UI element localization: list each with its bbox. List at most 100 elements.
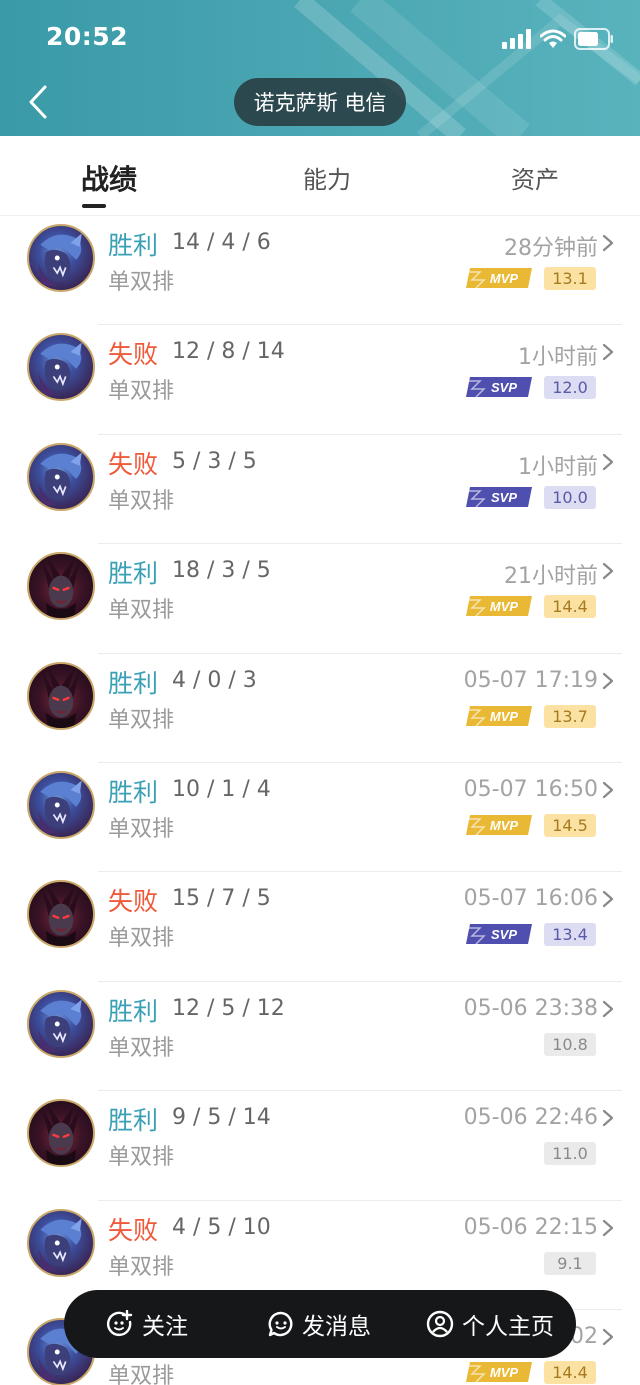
svp-badge-icon: SVP xyxy=(466,486,532,508)
match-score: 11.0 xyxy=(544,1142,596,1166)
mvp-badge-icon: MVP xyxy=(466,268,532,289)
svg-text:MVP: MVP xyxy=(490,709,519,724)
match-time: 28分钟前 xyxy=(504,236,598,261)
chevron-right-icon xyxy=(602,1000,614,1017)
match-result: 胜利 xyxy=(108,1106,159,1136)
match-score: 10.0 xyxy=(544,485,596,509)
champion-portrait-dark xyxy=(42,886,80,947)
tab-active-indicator xyxy=(82,204,106,208)
match-mode: 单双排 xyxy=(108,1363,175,1385)
match-list: 胜利 14 / 4 / 6 单双排 28分钟前 MVP 13.1 失败 12 / 8 / 14… xyxy=(0,216,640,1385)
match-row[interactable]: 胜利 10 / 1 / 4 单双排 05-07 16:50 MVP 14.5 xyxy=(0,763,640,873)
chevron-right-icon xyxy=(602,1219,614,1236)
match-time: 21小时前 xyxy=(504,564,598,590)
tab-assets[interactable]: 资产 xyxy=(511,160,559,195)
match-mode: 单双排 xyxy=(108,488,175,514)
champion-avatar xyxy=(27,1208,95,1277)
champion-portrait-blue xyxy=(38,780,82,834)
chevron-right-icon xyxy=(602,672,614,689)
action-bar: 关注 发消息 个人主页 xyxy=(64,1290,576,1358)
champion-portrait-dark xyxy=(42,1104,80,1166)
chevron-right-icon xyxy=(602,344,614,361)
match-result: 胜利 xyxy=(108,668,159,698)
match-result: 失败 xyxy=(108,1215,159,1245)
mvp-badge-icon: MVP xyxy=(466,596,532,617)
follow-label: 关注 xyxy=(142,1314,188,1340)
match-result: 胜利 xyxy=(108,559,159,589)
match-mode: 单双排 xyxy=(108,1254,175,1280)
champion-avatar xyxy=(27,880,95,949)
mvp-badge-icon: MVP xyxy=(466,1361,532,1383)
champion-portrait-blue xyxy=(38,999,82,1052)
chevron-right-icon xyxy=(602,1328,614,1346)
status-icons xyxy=(502,26,614,52)
battery-icon xyxy=(574,28,613,50)
match-row[interactable]: 失败 5 / 3 / 5 单双排 1小时前 SVP 10.0 xyxy=(0,435,640,545)
match-time: 05-07 16:50 xyxy=(463,776,598,802)
match-mode: 单双排 xyxy=(108,598,175,624)
follow-button[interactable]: 关注 xyxy=(106,1290,188,1358)
match-kda: 4 / 5 / 10 xyxy=(172,1214,271,1240)
match-mode: 单双排 xyxy=(108,270,175,295)
chevron-right-icon xyxy=(602,1110,614,1127)
champion-avatar xyxy=(27,442,95,511)
match-result: 失败 xyxy=(108,449,159,479)
tab-records[interactable]: 战绩 xyxy=(81,158,137,198)
match-kda: 9 / 5 / 14 xyxy=(172,1105,271,1131)
champion-avatar xyxy=(27,770,95,839)
match-score: 13.4 xyxy=(544,923,596,947)
svg-text:SVP: SVP xyxy=(491,927,517,942)
champion-portrait-dark xyxy=(42,667,80,728)
match-kda: 15 / 7 / 5 xyxy=(172,886,271,912)
svg-text:SVP: SVP xyxy=(491,380,517,395)
profile-label: 个人主页 xyxy=(462,1314,554,1340)
match-row[interactable]: 胜利 4 / 0 / 3 单双排 05-07 17:19 MVP 13.7 xyxy=(0,654,640,763)
champion-avatar xyxy=(27,333,95,402)
match-result: 胜利 xyxy=(108,777,159,807)
match-kda: 5 / 3 / 5 xyxy=(172,448,257,474)
wifi-icon xyxy=(540,29,566,48)
match-result: 失败 xyxy=(108,887,159,917)
match-row[interactable]: 失败 12 / 8 / 14 单双排 1小时前 SVP 12.0 xyxy=(0,325,640,435)
match-time: 1小时前 xyxy=(518,454,598,480)
match-time: 05-06 22:46 xyxy=(463,1105,598,1131)
match-time: 05-07 16:06 xyxy=(463,886,598,912)
svg-text:MVP: MVP xyxy=(490,599,519,614)
profile-button[interactable]: 个人主页 xyxy=(426,1290,554,1358)
message-icon xyxy=(268,1311,293,1337)
match-mode: 单双排 xyxy=(108,379,175,405)
match-kda: 18 / 3 / 5 xyxy=(172,558,271,584)
match-row[interactable]: 失败 15 / 7 / 5 单双排 05-07 16:06 SVP 13.4 xyxy=(0,872,640,982)
svg-text:MVP: MVP xyxy=(490,271,519,286)
match-result: 胜利 xyxy=(108,231,159,260)
champion-portrait-blue xyxy=(38,342,82,396)
chevron-right-icon xyxy=(602,781,614,799)
header: 20:52 诺克萨斯 电信 xyxy=(0,0,640,136)
match-kda: 14 / 4 / 6 xyxy=(172,230,271,255)
match-score: 10.8 xyxy=(544,1032,596,1056)
match-row[interactable]: 胜利 14 / 4 / 6 单双排 28分钟前 MVP 13.1 xyxy=(0,216,640,326)
champion-portrait-dark xyxy=(42,557,80,619)
match-score: 9.1 xyxy=(544,1251,596,1275)
match-row[interactable]: 胜利 18 / 3 / 5 单双排 21小时前 MVP 14.4 xyxy=(0,544,640,654)
match-mode: 单双排 xyxy=(108,926,175,952)
chevron-right-icon xyxy=(602,563,614,580)
champion-portrait-blue xyxy=(38,1218,82,1271)
back-button[interactable] xyxy=(18,78,58,126)
svp-badge-icon: SVP xyxy=(466,377,532,398)
match-row[interactable]: 胜利 12 / 5 / 12 单双排 05-06 23:38 10.8 xyxy=(0,982,640,1092)
chevron-right-icon xyxy=(602,453,614,470)
match-mode: 单双排 xyxy=(108,707,175,733)
match-time: 05-07 17:19 xyxy=(463,667,598,693)
match-result: 失败 xyxy=(108,340,159,370)
message-button[interactable]: 发消息 xyxy=(268,1290,371,1358)
back-arrow-icon xyxy=(29,85,47,119)
match-result: 胜利 xyxy=(108,996,159,1026)
tab-ability[interactable]: 能力 xyxy=(303,160,351,195)
match-row[interactable]: 胜利 9 / 5 / 14 单双排 05-06 22:46 11.0 xyxy=(0,1091,640,1201)
chevron-right-icon xyxy=(602,234,614,252)
server-selector[interactable]: 诺克萨斯 电信 xyxy=(234,78,406,126)
svg-text:MVP: MVP xyxy=(490,818,519,833)
svp-badge-icon: SVP xyxy=(466,924,532,945)
match-mode: 单双排 xyxy=(108,816,175,842)
